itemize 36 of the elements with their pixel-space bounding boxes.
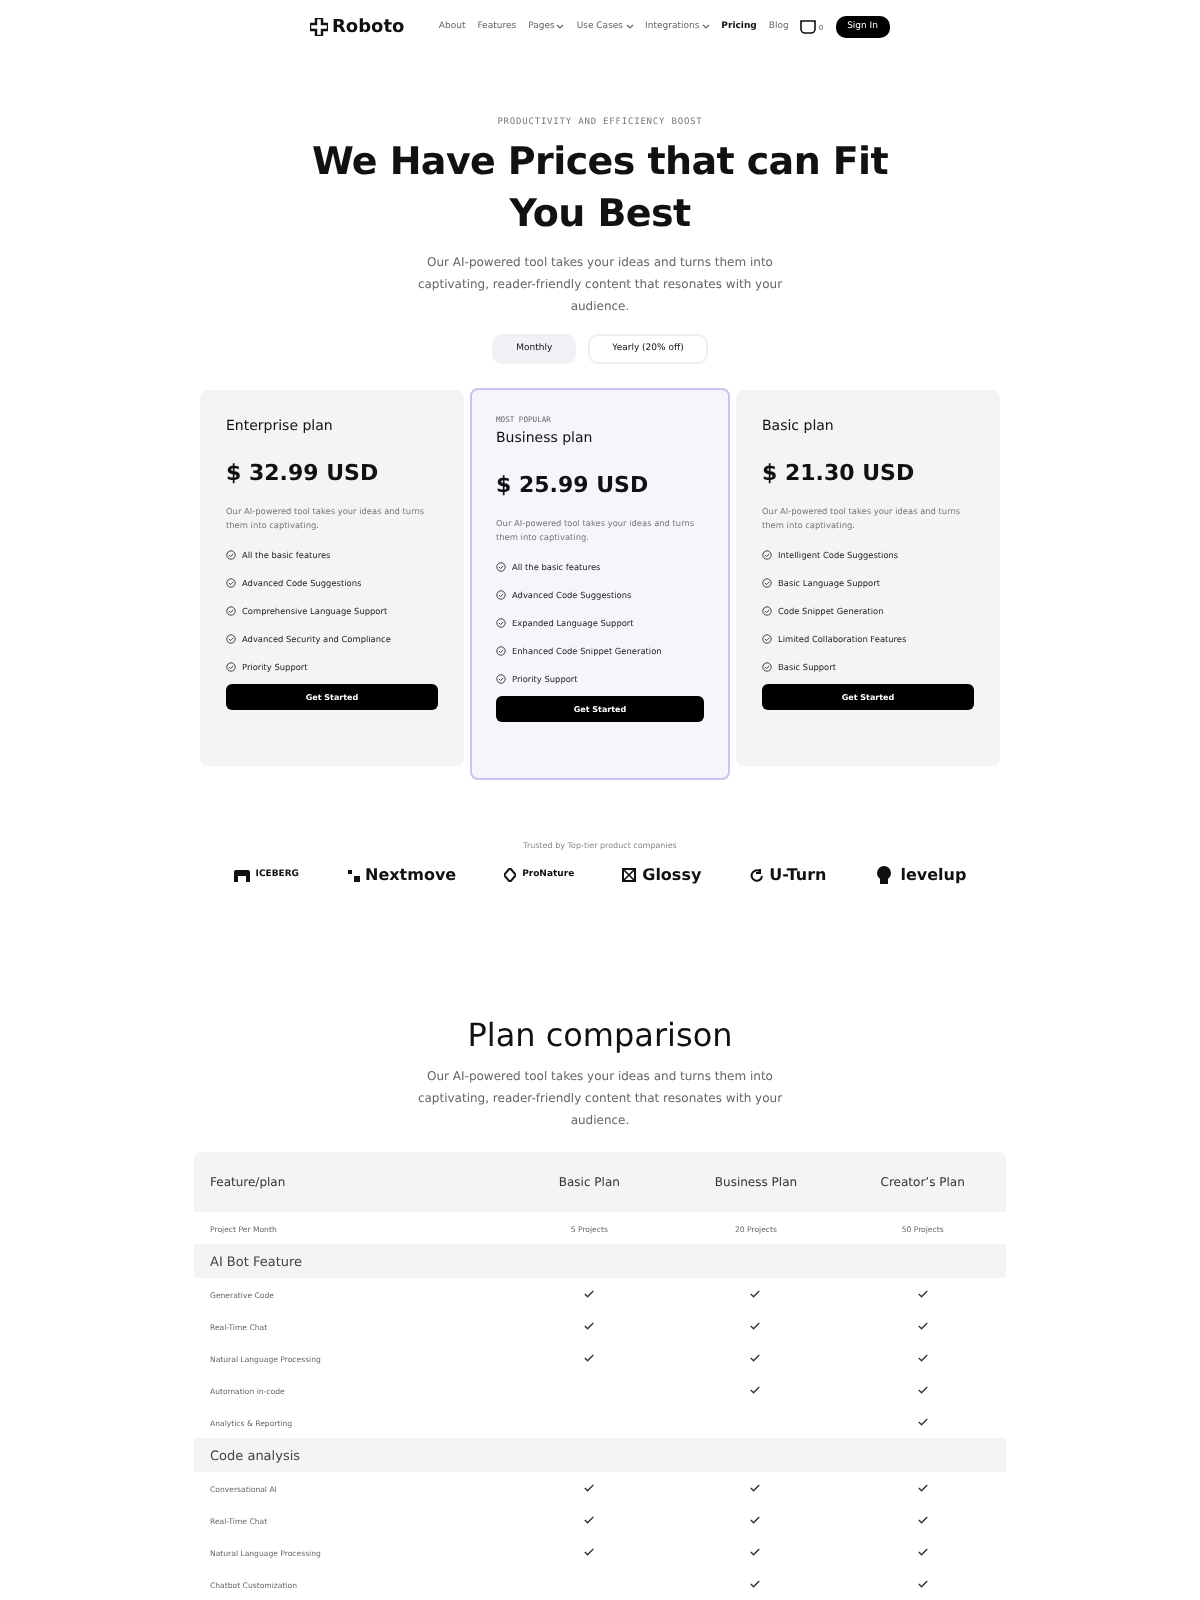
company-name: Nextmove [365, 866, 457, 884]
logo-icon [749, 868, 764, 882]
check-circle-icon [496, 562, 506, 572]
check-circle-icon [496, 618, 506, 628]
check-circle-icon [226, 550, 236, 560]
check-circle-icon [762, 606, 772, 616]
check-circle-icon [226, 578, 236, 588]
chevron-down-icon [625, 24, 634, 30]
plan-price: $ 32.99 USD [226, 460, 381, 486]
check-circle-icon [762, 578, 772, 588]
plan-price: $ 21.30 USD [762, 460, 917, 486]
check-circle-icon [226, 634, 236, 644]
check-circle-icon [496, 590, 506, 600]
company-name: levelup [900, 866, 967, 884]
check-circle-icon [496, 646, 506, 656]
company-name: Glossy [642, 866, 702, 884]
check-circle-icon [226, 662, 236, 672]
brand-name[interactable]: Roboto [332, 17, 405, 37]
company-name: U-Turn [769, 866, 827, 884]
logo-icon [504, 868, 517, 882]
page-title: We Have Prices that can Fit You Best [309, 138, 891, 240]
check-circle-icon [496, 674, 506, 684]
chevron-down-icon [701, 24, 710, 30]
chevron-down-icon [556, 24, 565, 30]
logo-icon [310, 18, 328, 36]
check-circle-icon [762, 550, 772, 560]
logo-icon [874, 866, 895, 884]
check-circle-icon [762, 662, 772, 672]
logo-icon [233, 869, 250, 881]
logo-icon [622, 868, 637, 882]
cart-icon [800, 20, 817, 34]
logo-icon [347, 869, 359, 881]
check-circle-icon [226, 606, 236, 616]
section-title: Plan comparison [467, 1016, 733, 1054]
check-circle-icon [762, 634, 772, 644]
plan-price: $ 25.99 USD [496, 472, 651, 498]
